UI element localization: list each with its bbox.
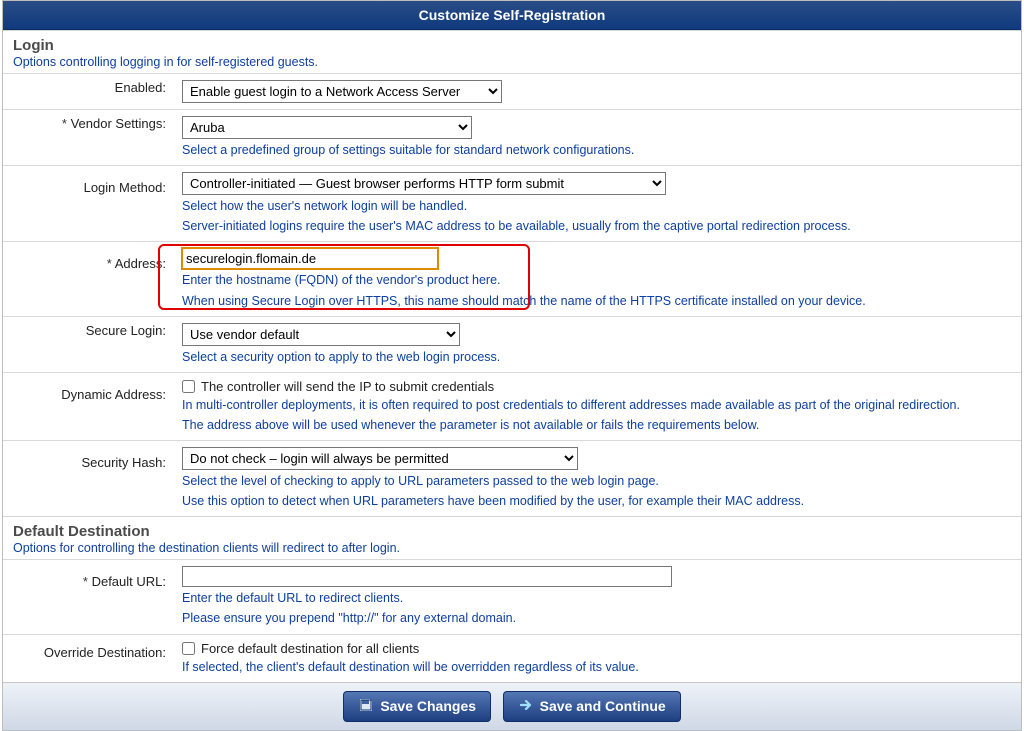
help-hash2: Use this option to detect when URL param… bbox=[182, 492, 1013, 510]
row-dynamic: Dynamic Address: The controller will sen… bbox=[3, 372, 1021, 440]
row-vendor: * Vendor Settings: Aruba Select a predef… bbox=[3, 110, 1021, 166]
select-enabled[interactable]: Enable guest login to a Network Access S… bbox=[182, 80, 502, 103]
select-vendor[interactable]: Aruba bbox=[182, 116, 472, 139]
help-method1: Select how the user's network login will… bbox=[182, 197, 1013, 215]
label-override: Override Destination: bbox=[3, 634, 174, 682]
label-hash: Security Hash: bbox=[3, 441, 174, 517]
save-continue-label: Save and Continue bbox=[540, 698, 666, 714]
row-hash: Security Hash: Do not check – login will… bbox=[3, 441, 1021, 517]
dialog-title: Customize Self-Registration bbox=[3, 1, 1021, 30]
select-secure[interactable]: Use vendor default bbox=[182, 323, 460, 346]
help-address2: When using Secure Login over HTTPS, this… bbox=[182, 292, 1013, 310]
input-default-url[interactable] bbox=[182, 566, 672, 587]
section-destination: Default Destination Options for controll… bbox=[3, 516, 1021, 681]
label-default-url: * Default URL: bbox=[3, 560, 174, 634]
label-dynamic: Dynamic Address: bbox=[3, 372, 174, 440]
help-override: If selected, the client's default destin… bbox=[182, 658, 1013, 676]
help-dynamic2: The address above will be used whenever … bbox=[182, 416, 1013, 434]
row-default-url: * Default URL: Enter the default URL to … bbox=[3, 560, 1021, 634]
row-method: Login Method: Controller-initiated — Gue… bbox=[3, 166, 1021, 242]
row-address: * Address: Enter the hostname (FQDN) of … bbox=[3, 242, 1021, 316]
dialog-frame: Customize Self-Registration Login Option… bbox=[2, 0, 1022, 731]
help-url1: Enter the default URL to redirect client… bbox=[182, 589, 1013, 607]
save-button[interactable]: Save Changes bbox=[343, 691, 491, 722]
select-hash[interactable]: Do not check – login will always be perm… bbox=[182, 447, 578, 470]
row-enabled: Enabled: Enable guest login to a Network… bbox=[3, 74, 1021, 110]
help-url2: Please ensure you prepend "http://" for … bbox=[182, 609, 1013, 627]
dest-desc: Options for controlling the destination … bbox=[13, 541, 1011, 555]
label-enabled: Enabled: bbox=[3, 74, 174, 110]
checkbox-dynamic[interactable] bbox=[182, 380, 195, 393]
help-method2: Server-initiated logins require the user… bbox=[182, 217, 1013, 235]
checkbox-override[interactable] bbox=[182, 642, 195, 655]
label-vendor: * Vendor Settings: bbox=[3, 110, 174, 166]
arrow-right-icon bbox=[518, 697, 534, 716]
save-continue-button[interactable]: Save and Continue bbox=[503, 691, 681, 722]
checkbox-override-label: Force default destination for all client… bbox=[201, 641, 419, 656]
select-method[interactable]: Controller-initiated — Guest browser per… bbox=[182, 172, 666, 195]
section-login: Login Options controlling logging in for… bbox=[3, 30, 1021, 516]
label-address: * Address: bbox=[3, 242, 174, 316]
help-dynamic1: In multi-controller deployments, it is o… bbox=[182, 396, 1013, 414]
row-secure: Secure Login: Use vendor default Select … bbox=[3, 316, 1021, 372]
login-heading: Login bbox=[13, 37, 1011, 54]
dest-heading: Default Destination bbox=[13, 523, 1011, 540]
help-vendor: Select a predefined group of settings su… bbox=[182, 141, 1013, 159]
save-button-label: Save Changes bbox=[380, 698, 476, 714]
footer: Save Changes Save and Continue bbox=[3, 682, 1021, 730]
help-address1: Enter the hostname (FQDN) of the vendor'… bbox=[182, 271, 1013, 289]
input-address[interactable] bbox=[182, 248, 438, 269]
checkbox-dynamic-label: The controller will send the IP to submi… bbox=[201, 379, 494, 394]
help-hash1: Select the level of checking to apply to… bbox=[182, 472, 1013, 490]
help-secure: Select a security option to apply to the… bbox=[182, 348, 1013, 366]
label-secure: Secure Login: bbox=[3, 316, 174, 372]
login-desc: Options controlling logging in for self-… bbox=[13, 55, 1011, 69]
label-method: Login Method: bbox=[3, 166, 174, 242]
save-icon bbox=[358, 697, 374, 716]
row-override: Override Destination: Force default dest… bbox=[3, 634, 1021, 682]
